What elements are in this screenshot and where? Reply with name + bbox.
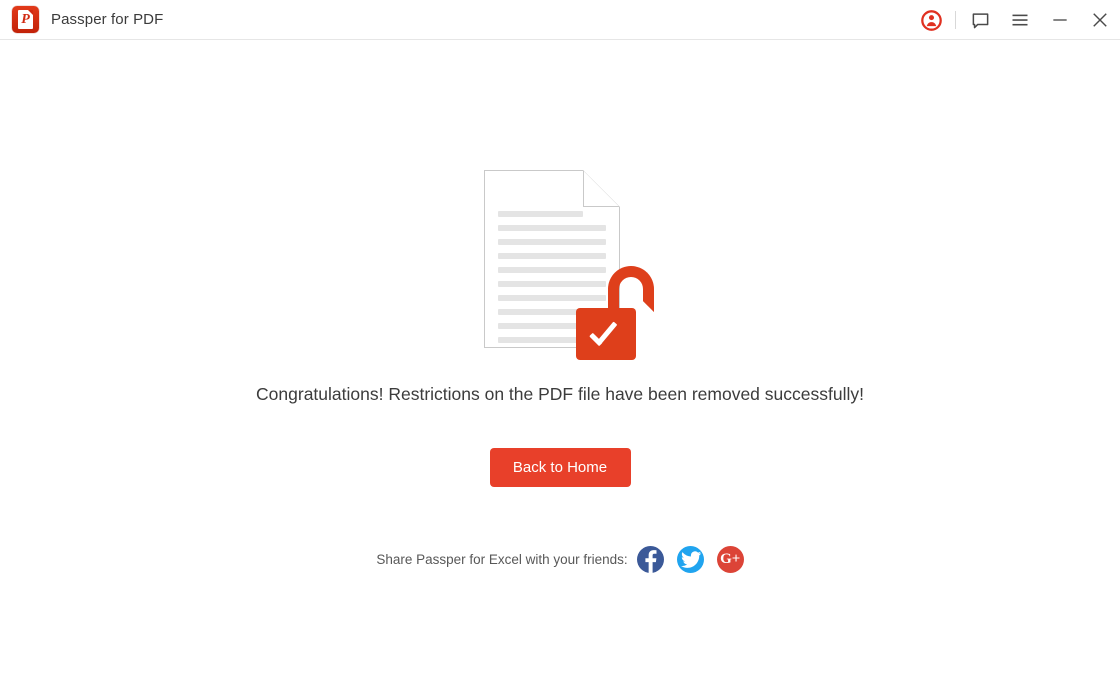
titlebar: P Passper for PDF — [0, 0, 1120, 40]
close-icon — [1093, 13, 1107, 27]
titlebar-divider — [955, 11, 956, 29]
app-window: P Passper for PDF Congratulations! Restr… — [0, 0, 1120, 690]
account-icon — [920, 9, 942, 31]
document-line — [498, 225, 606, 231]
logo-letter: P — [21, 12, 30, 27]
brand: P Passper for PDF — [12, 0, 163, 40]
minimize-button[interactable] — [1040, 0, 1080, 40]
main-content: Congratulations! Restrictions on the PDF… — [0, 41, 1120, 690]
share-google-plus-button[interactable]: G+ — [716, 546, 744, 573]
google-plus-icon: G+ — [720, 551, 741, 567]
padlock-body — [576, 308, 636, 360]
titlebar-controls — [911, 0, 1120, 40]
success-message: Congratulations! Restrictions on the PDF… — [256, 384, 864, 404]
document-fold-corner-icon — [583, 170, 620, 207]
feedback-icon — [972, 12, 988, 28]
check-icon — [590, 324, 621, 342]
back-to-home-button[interactable]: Back to Home — [489, 448, 631, 487]
unlocked-padlock-icon — [576, 266, 664, 360]
menu-icon — [1012, 14, 1028, 26]
passper-pdf-logo-icon: P — [12, 6, 39, 33]
menu-button[interactable] — [1000, 0, 1040, 40]
unlocked-document-illustration — [484, 170, 664, 360]
facebook-icon — [645, 550, 657, 573]
share-twitter-button[interactable] — [676, 546, 704, 573]
share-facebook-button[interactable] — [636, 546, 664, 573]
feedback-button[interactable] — [960, 0, 1000, 40]
document-line — [498, 211, 583, 217]
account-button[interactable] — [911, 0, 951, 40]
minimize-icon — [1053, 19, 1067, 21]
document-line — [498, 239, 606, 245]
close-button[interactable] — [1080, 0, 1120, 40]
window-title: Passper for PDF — [51, 11, 164, 28]
twitter-icon — [680, 551, 701, 568]
document-line — [498, 253, 606, 259]
share-row: Share Passper for Excel with your friend… — [0, 546, 1120, 573]
cta-container: Back to Home — [0, 448, 1120, 487]
share-label: Share Passper for Excel with your friend… — [376, 552, 628, 567]
